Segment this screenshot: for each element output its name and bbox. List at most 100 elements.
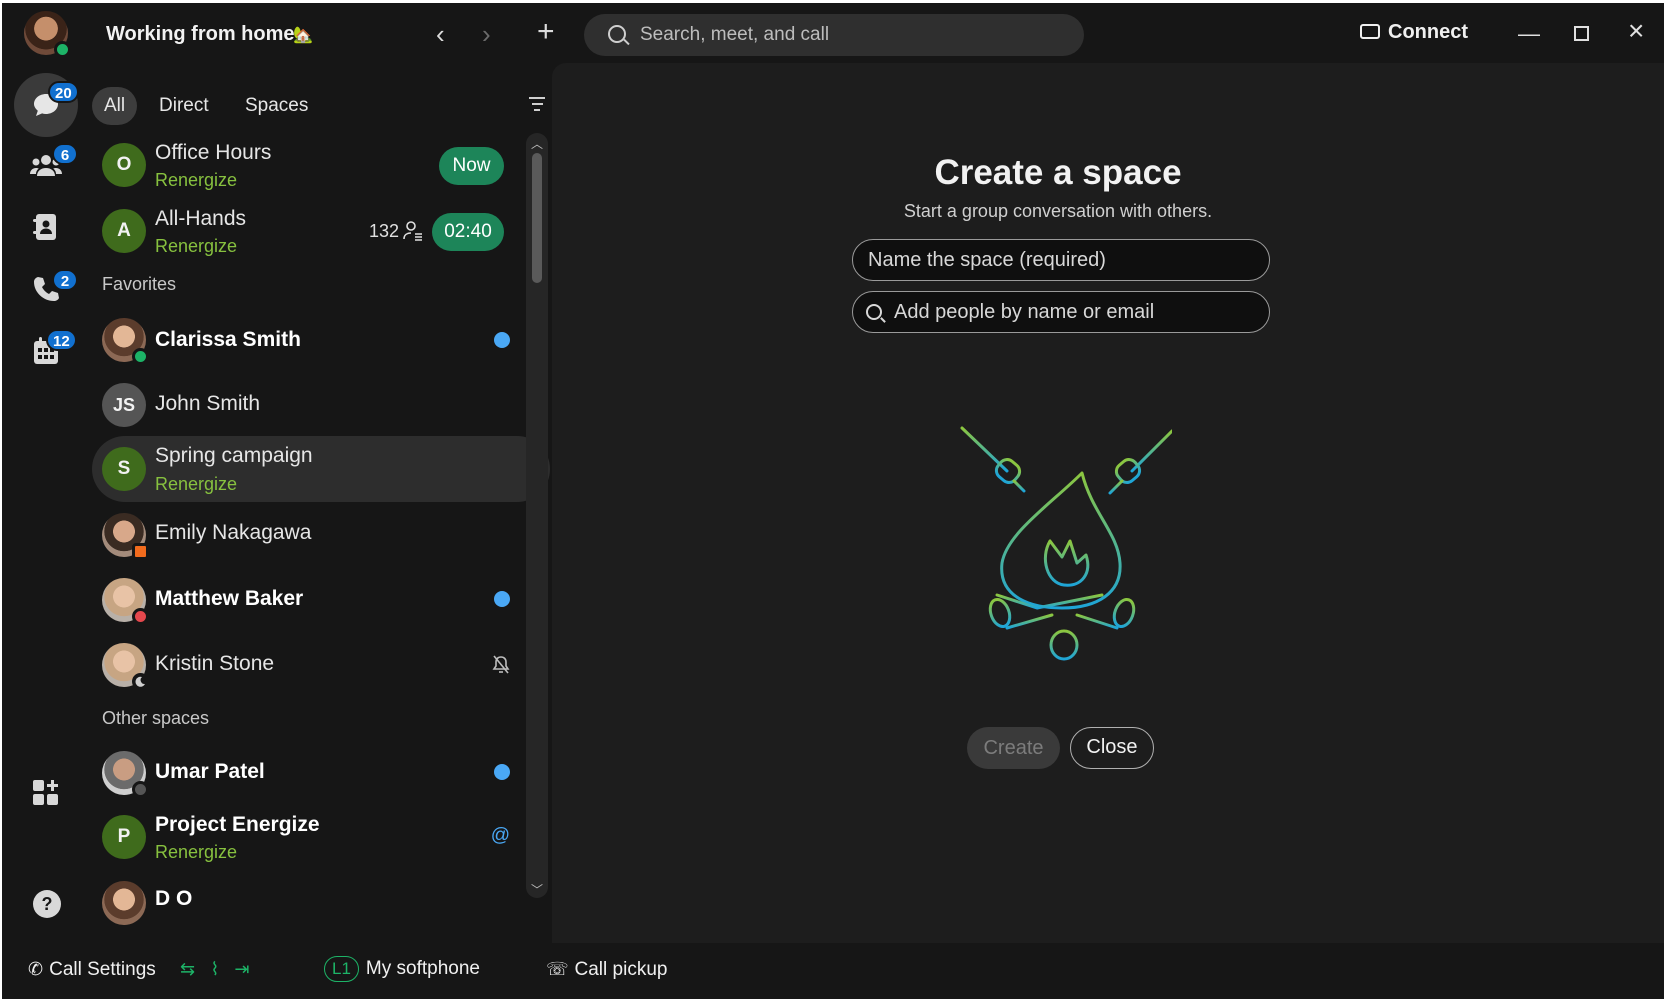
connect-label: Connect: [1388, 21, 1468, 43]
unread-dot-icon: [494, 591, 510, 607]
help-icon[interactable]: ?: [33, 890, 61, 918]
participants-icon: [403, 221, 422, 241]
campfire-illustration-icon: [960, 426, 1172, 661]
presence-active-icon: [54, 41, 71, 58]
scroll-down-icon[interactable]: ﹀: [531, 881, 543, 898]
webex-window: Working from home 🏡 ‹ › + Search, meet, …: [2, 3, 1664, 999]
tab-all[interactable]: All: [92, 87, 138, 125]
call-settings-button[interactable]: ✆ Call Settings: [28, 959, 156, 981]
rail-contacts[interactable]: [14, 195, 78, 259]
title-bar: Working from home 🏡 ‹ › + Search, meet, …: [2, 3, 1664, 63]
meetings-badge: 12: [46, 329, 77, 351]
space-name-field[interactable]: Name the space (required): [852, 239, 1270, 281]
search-icon: [608, 25, 626, 43]
list-item-clarissa-smith[interactable]: Clarissa Smith: [92, 308, 552, 372]
page-title: Create a space: [934, 153, 1182, 192]
space-name: Spring campaign: [155, 444, 313, 467]
contact-name: Matthew Baker: [155, 587, 304, 610]
team-name: Renergize: [155, 474, 238, 494]
create-button[interactable]: Create: [967, 727, 1060, 769]
search-bar[interactable]: Search, meet, and call: [584, 14, 1084, 56]
list-item-kristin-stone[interactable]: Kristin Stone: [92, 633, 552, 697]
space-name: All-Hands: [155, 207, 247, 230]
team-name: Renergize: [155, 842, 238, 862]
add-people-field[interactable]: Add people by name or email: [852, 291, 1270, 333]
list-item-spring-campaign[interactable]: S Spring campaign Renergize: [92, 436, 550, 502]
connect-button[interactable]: Connect: [1360, 21, 1468, 44]
create-space-panel: Create a space Start a group conversatio…: [552, 63, 1664, 943]
join-now-button[interactable]: Now: [439, 147, 504, 185]
house-emoji-icon: 🏡: [293, 27, 313, 44]
page-subtitle: Start a group conversation with others.: [903, 201, 1213, 221]
close-window-icon[interactable]: ×: [1628, 15, 1644, 47]
list-item-office-hours[interactable]: O Office Hours Renergize Now: [92, 133, 552, 199]
screen-share-icon: [1360, 24, 1380, 39]
list-item-emily-nakagawa[interactable]: Emily Nakagawa: [92, 503, 552, 567]
tab-spaces[interactable]: Spaces: [233, 87, 320, 125]
filter-icon[interactable]: [529, 97, 545, 115]
avatar: JS: [102, 383, 146, 427]
section-favorites: Favorites: [102, 274, 177, 294]
minimize-icon[interactable]: —: [1518, 21, 1540, 47]
bottom-call-bar: ✆ Call Settings ⇆ ⌇ ⇥ L1 My softphone ☏ Cal…: [2, 943, 1664, 999]
call-pickup-icon: ☏: [546, 959, 569, 979]
list-item-project-energize[interactable]: P Project Energize Renergize @: [92, 805, 552, 871]
space-avatar: O: [102, 143, 146, 187]
line-badge: L1: [324, 956, 359, 982]
phone-settings-icon: ✆: [28, 959, 44, 979]
meeting-timer-button[interactable]: 02:40: [432, 213, 504, 251]
softphone-selector[interactable]: L1 My softphone: [324, 956, 480, 982]
contact-name: Clarissa Smith: [155, 328, 301, 351]
list-item-matthew-baker[interactable]: Matthew Baker: [92, 568, 552, 632]
forwarding-status-icons[interactable]: ⇆ ⌇ ⇥: [180, 959, 250, 981]
contact-name: John Smith: [155, 392, 261, 415]
space-name-placeholder: Name the space (required): [868, 249, 1106, 271]
new-plus-icon[interactable]: +: [537, 15, 555, 49]
rail-add-apps[interactable]: [14, 761, 78, 825]
section-other-spaces: Other spaces: [102, 708, 210, 728]
avatar: [102, 881, 146, 925]
unread-dot-icon: [494, 764, 510, 780]
mention-icon: @: [490, 825, 510, 846]
away-moon-icon: [132, 673, 149, 690]
status-message[interactable]: Working from home: [106, 23, 295, 46]
list-item-john-smith[interactable]: JS John Smith: [92, 373, 552, 437]
muted-bell-icon: [492, 655, 510, 674]
presence-active-icon: [132, 348, 149, 365]
unread-dot-icon: [494, 332, 510, 348]
contacts-book-icon: [33, 214, 56, 240]
list-item-partial[interactable]: D O: [92, 871, 552, 937]
list-item-all-hands[interactable]: A All-Hands Renergize 132 02:40: [92, 199, 552, 265]
participant-count: 132: [369, 221, 400, 241]
video-call-status-icon: [132, 543, 149, 560]
space-name: Project Energize: [155, 813, 320, 836]
maximize-icon[interactable]: [1574, 26, 1589, 41]
call-transfer-icon: ⇥: [234, 959, 250, 979]
team-name: Renergize: [155, 170, 238, 190]
space-avatar: P: [102, 815, 146, 859]
travel-plane-icon: [132, 781, 149, 798]
apps-plus-icon: [33, 780, 58, 805]
softphone-label: My softphone: [365, 958, 480, 979]
contact-name: D O: [155, 887, 193, 910]
tab-direct[interactable]: Direct: [147, 87, 221, 125]
teams-badge: 6: [52, 143, 78, 165]
scroll-up-icon[interactable]: ︿: [531, 135, 543, 152]
calling-badge: 2: [52, 269, 78, 291]
contact-name: Emily Nakagawa: [155, 521, 312, 544]
contact-name: Umar Patel: [155, 760, 265, 783]
back-arrow-icon[interactable]: ‹: [436, 19, 445, 50]
call-settings-label: Call Settings: [49, 959, 156, 980]
do-not-disturb-icon: [132, 608, 149, 625]
messaging-badge: 20: [48, 81, 79, 103]
call-forward-icon: ⇆: [180, 959, 196, 979]
list-item-umar-patel[interactable]: Umar Patel: [92, 741, 552, 805]
list-scrollbar[interactable]: ︿ ﹀: [526, 133, 548, 898]
forward-arrow-icon[interactable]: ›: [482, 19, 491, 50]
add-people-placeholder: Add people by name or email: [894, 301, 1155, 323]
scroll-thumb[interactable]: [532, 153, 542, 283]
team-name: Renergize: [155, 236, 238, 256]
close-button[interactable]: Close: [1070, 727, 1154, 769]
space-avatar: A: [102, 209, 146, 253]
call-pickup-button[interactable]: ☏ Call pickup: [546, 959, 667, 981]
